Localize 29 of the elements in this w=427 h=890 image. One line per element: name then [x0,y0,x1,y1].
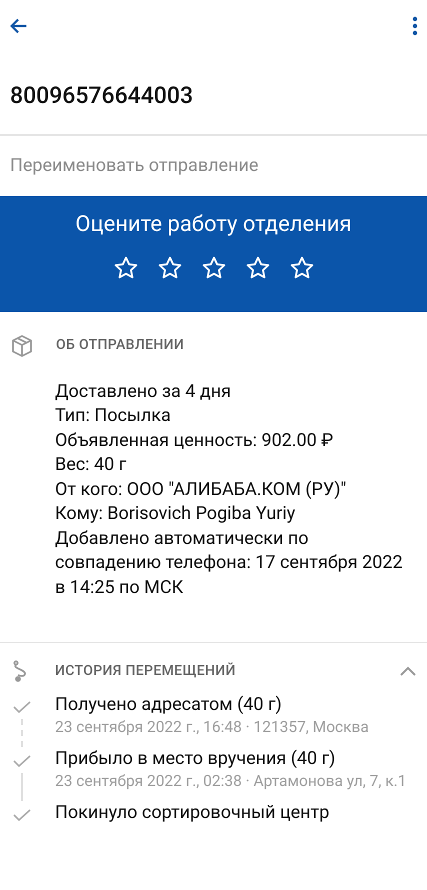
check-icon [12,807,32,823]
tracking-number: 80096576644003 [9,81,194,111]
shipment-detail: Кому: Borisovich Pogiba Yuriy [55,502,296,526]
event-title: Прибыло в место вручения (40 г) [55,747,336,771]
package-icon [10,334,34,358]
chevron-up-icon[interactable] [399,665,417,677]
star-icon[interactable] [112,254,138,280]
rating-title: Оцените работу отделения [75,210,352,238]
section-title: ОБ ОТПРАВЛЕНИИ [56,336,184,355]
event-detail: 23 сентября 2022 г., 16:48 · 121357, Москва [55,717,370,737]
check-icon [12,699,32,715]
star-icon[interactable] [200,254,226,280]
shipment-detail: Добавлено автоматически по совпадению телефона: 17 сентября 2022 в 14:25 по МСК [55,526,404,600]
star-icon[interactable] [288,254,314,280]
section-title: ИСТОРИЯ ПЕРЕМЕЩЕНИЙ [55,662,237,680]
star-icon[interactable] [244,254,270,280]
shipment-detail: Вес: 40 г [55,453,128,477]
rating-stars[interactable] [112,254,314,280]
check-icon [12,753,32,769]
event-detail: 23 сентября 2022 г., 02:38 · Артамонова ул, 7, к.1 [55,771,408,791]
event-title: Покинуло сортировочный центр [55,801,330,825]
shipment-detail: Объявленная ценность: 902.00 ₽ [55,428,334,452]
event-title: Получено адресатом (40 г) [55,693,283,717]
rename-input-field[interactable]: Переименовать отправление [0,136,427,196]
more-options-icon[interactable] [411,15,419,37]
shipment-detail: От кого: ООО "АЛИБАБА.КОМ (РУ)" [55,478,348,502]
shipment-detail: Тип: Посылка [55,404,172,428]
shipment-detail: Доставлено за 4 дня [55,380,232,404]
star-icon[interactable] [156,254,182,280]
